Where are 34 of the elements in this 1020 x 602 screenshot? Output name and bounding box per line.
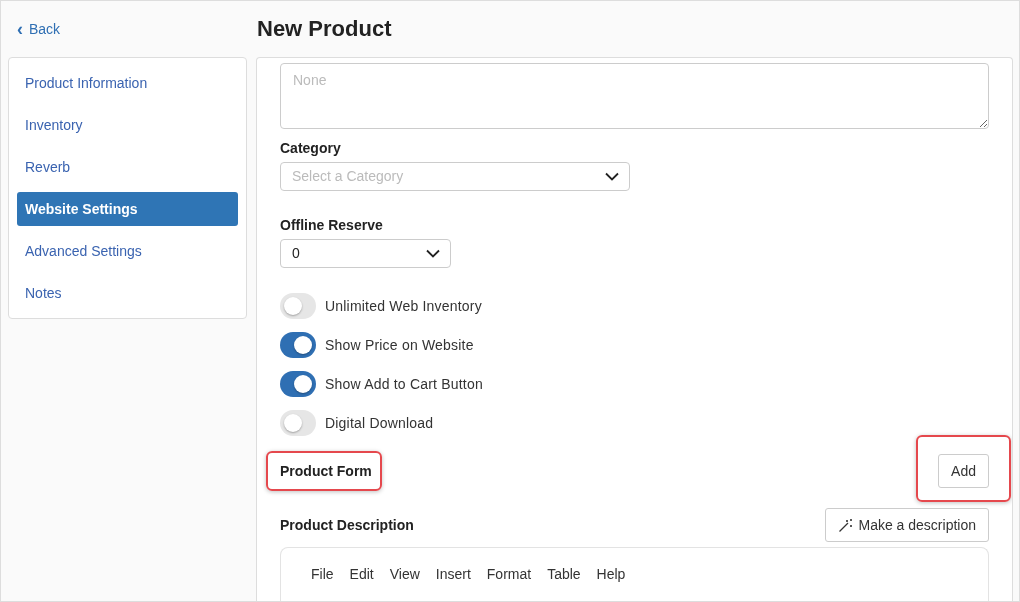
add-button[interactable]: Add [938, 454, 989, 489]
offline-reserve-select[interactable]: 0 [280, 238, 451, 268]
notes-field[interactable]: None [280, 63, 989, 129]
toggle-label: Unlimited Web Inventory [325, 297, 482, 314]
section-label: Product Form [280, 463, 372, 480]
chevron-down-icon [426, 248, 440, 258]
toggle-switch[interactable] [280, 331, 316, 358]
menu-item[interactable]: View [381, 564, 428, 585]
sidebar-item[interactable]: Reverb [17, 150, 238, 184]
chevron-down-icon [605, 171, 619, 181]
magic-wand-icon [838, 517, 854, 533]
field-label: Offline Reserve [280, 216, 384, 233]
toggle-label: Show Add to Cart Button [325, 375, 483, 392]
page-title: New Product [257, 16, 392, 42]
menu-item[interactable]: Help [588, 564, 634, 585]
toggle-switch[interactable] [280, 292, 316, 319]
sidebar-item[interactable]: Product Information [17, 66, 238, 100]
toggle-switch[interactable] [280, 409, 316, 436]
sidebar-item[interactable]: Notes [17, 276, 238, 310]
section-label: Product Description [280, 517, 414, 534]
back-link[interactable]: ‹ Back [8, 20, 257, 38]
menu-item[interactable]: Insert [427, 564, 479, 585]
sidebar-item[interactable]: Advanced Settings [17, 234, 238, 268]
menu-item[interactable]: File [303, 564, 342, 585]
menu-item[interactable]: Edit [341, 564, 382, 585]
toggle-label: Show Price on Website [325, 336, 474, 353]
toggle-label: Digital Download [325, 414, 434, 431]
menu-item[interactable]: Format [478, 564, 540, 585]
sidebar-item[interactable]: Website Settings [17, 192, 238, 226]
make-description-button[interactable]: Make a description [825, 508, 989, 543]
field-label: Category [280, 139, 342, 156]
sidebar-item[interactable]: Inventory [17, 108, 238, 142]
toggle-switch[interactable] [280, 370, 316, 397]
menu-item[interactable]: Table [539, 564, 589, 585]
